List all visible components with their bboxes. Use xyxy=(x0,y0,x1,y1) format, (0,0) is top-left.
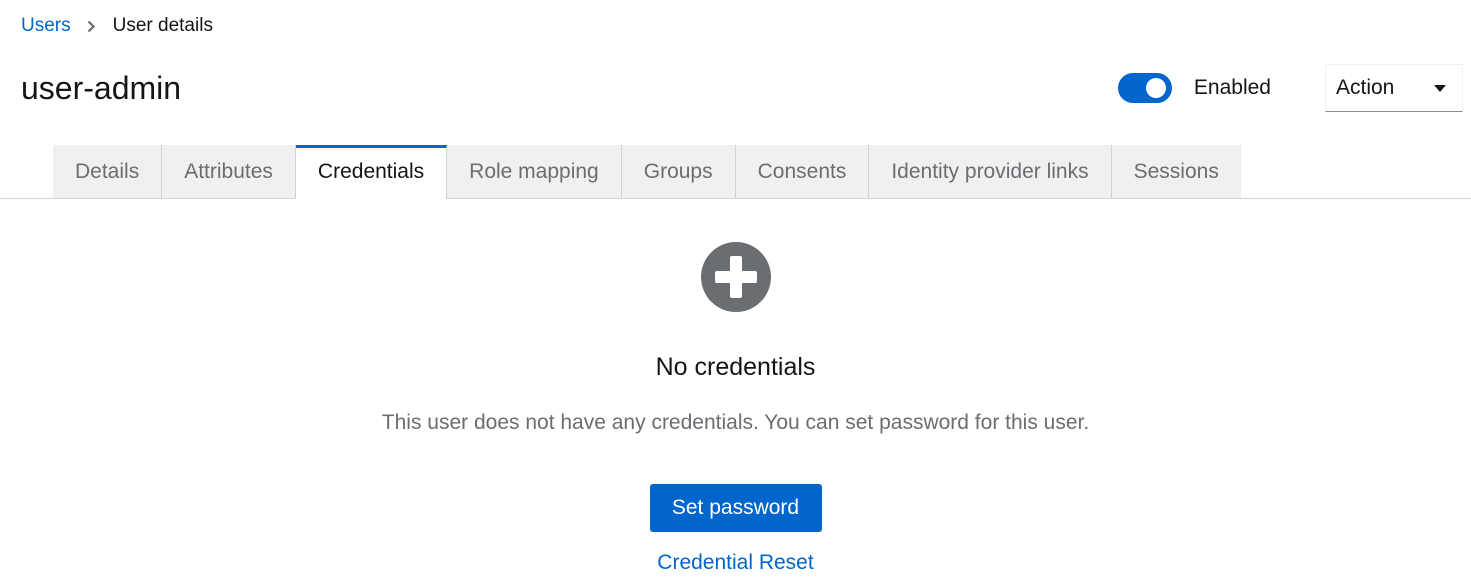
page-title: user-admin xyxy=(21,70,182,106)
toggle-knob xyxy=(1145,78,1166,98)
enabled-toggle[interactable] xyxy=(1117,73,1172,103)
tab-attributes[interactable]: Attributes xyxy=(162,145,296,198)
enabled-label: Enabled xyxy=(1193,76,1271,99)
tab-consents[interactable]: Consents xyxy=(735,145,870,198)
caret-down-icon xyxy=(1434,84,1446,92)
tab-details[interactable]: Details xyxy=(53,145,163,198)
tab-credentials[interactable]: Credentials xyxy=(295,145,448,199)
tab-groups[interactable]: Groups xyxy=(621,145,736,198)
breadcrumb: Users User details xyxy=(21,15,213,37)
action-dropdown-label: Action xyxy=(1336,76,1395,99)
tab-role-mapping[interactable]: Role mapping xyxy=(447,145,622,198)
empty-state: No credentials This user does not have a… xyxy=(0,241,1471,578)
breadcrumb-current: User details xyxy=(112,15,213,36)
credential-reset-link[interactable]: Credential Reset xyxy=(657,548,813,578)
tab-bar: Details Attributes Credentials Role mapp… xyxy=(53,145,1241,199)
chevron-right-icon xyxy=(85,20,99,33)
tab-sessions[interactable]: Sessions xyxy=(1111,145,1241,198)
tab-identity-provider-links[interactable]: Identity provider links xyxy=(869,145,1112,198)
plus-circle-icon xyxy=(700,242,771,312)
action-dropdown[interactable]: Action xyxy=(1325,64,1463,112)
set-password-button[interactable]: Set password xyxy=(649,484,822,532)
empty-state-title: No credentials xyxy=(655,353,816,381)
header-controls: Enabled Action xyxy=(1117,63,1463,113)
empty-state-body: This user does not have any credentials.… xyxy=(381,411,1090,434)
breadcrumb-link-users[interactable]: Users xyxy=(21,15,71,37)
